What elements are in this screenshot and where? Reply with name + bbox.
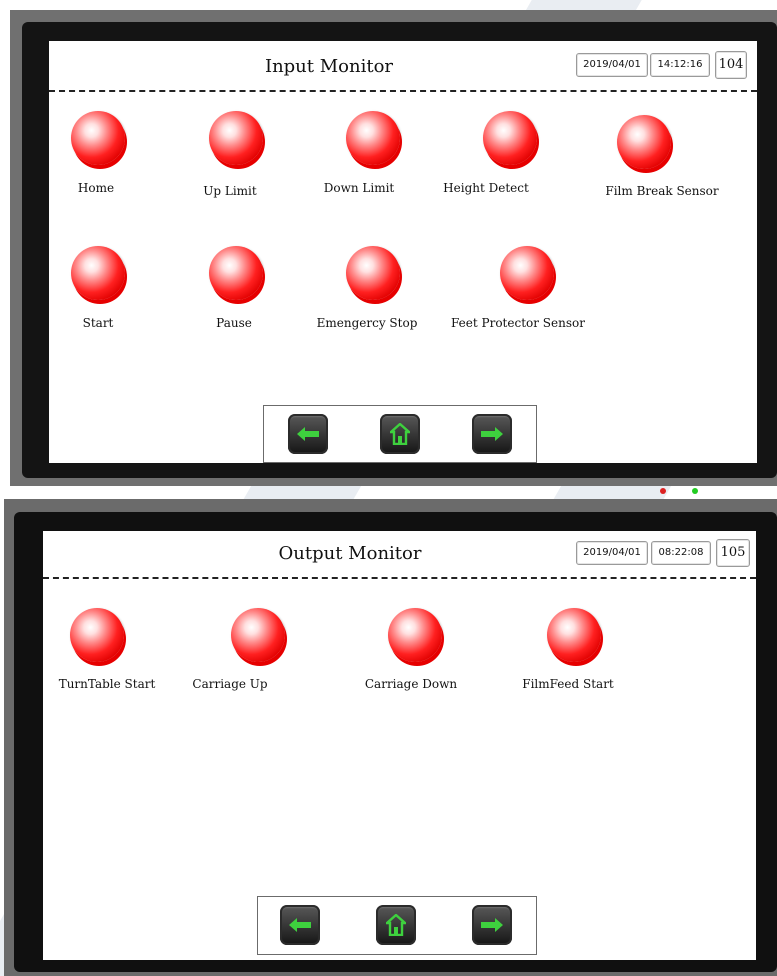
time-display: 14:12:16 xyxy=(650,53,710,77)
indicator-label: Pause xyxy=(216,316,252,330)
indicator-label: TurnTable Start xyxy=(58,677,156,691)
power-led xyxy=(660,488,666,494)
forward-button[interactable] xyxy=(472,905,512,945)
indicator-label: Home xyxy=(77,181,115,195)
back-button[interactable] xyxy=(280,905,320,945)
home-icon xyxy=(386,914,406,936)
screen-number: 105 xyxy=(716,539,750,567)
indicator-lamp-start xyxy=(71,246,125,300)
indicator-label: Feet Protector Sensor xyxy=(451,316,585,330)
header-divider xyxy=(49,90,757,92)
indicator-label: Carriage Up xyxy=(192,677,268,691)
date-display: 2019/04/01 xyxy=(576,541,648,565)
forward-arrow-icon xyxy=(479,426,505,442)
indicator-lamp-emergency-stop xyxy=(346,246,400,300)
indicator-label: Height Detect xyxy=(443,181,529,195)
page-title: Output Monitor xyxy=(278,543,422,564)
indicator-lamp-filmfeed-start xyxy=(547,608,601,662)
indicator-lamp-down-limit xyxy=(346,111,400,165)
indicator-label: Carriage Down xyxy=(364,677,458,691)
input-monitor-screen: Input Monitor 2019/04/01 14:12:16 104 Ho… xyxy=(49,41,757,463)
navigation-bar xyxy=(263,405,537,463)
back-button[interactable] xyxy=(288,414,328,454)
page-title: Input Monitor xyxy=(264,56,394,77)
indicator-lamp-feet-protector-sensor xyxy=(500,246,554,300)
indicator-lamp-film-break-sensor xyxy=(617,115,671,169)
indicator-lamp-carriage-up xyxy=(231,608,285,662)
home-icon xyxy=(390,423,410,445)
indicator-lamp-turntable-start xyxy=(70,608,124,662)
status-led xyxy=(692,488,698,494)
time-display: 08:22:08 xyxy=(651,541,711,565)
indicator-lamp-home xyxy=(71,111,125,165)
indicator-label: Emengercy Stop xyxy=(316,316,418,330)
indicator-lamp-height-detect xyxy=(483,111,537,165)
indicator-label: FilmFeed Start xyxy=(522,677,614,691)
home-button[interactable] xyxy=(376,905,416,945)
indicator-label: Start xyxy=(82,316,114,330)
indicator-label: Down Limit xyxy=(323,181,395,195)
header-divider xyxy=(43,577,756,579)
indicator-lamp-up-limit xyxy=(209,111,263,165)
output-monitor-screen: Output Monitor 2019/04/01 08:22:08 105 T… xyxy=(43,531,756,960)
screen-number: 104 xyxy=(715,51,747,79)
indicator-lamp-carriage-down xyxy=(388,608,442,662)
home-button[interactable] xyxy=(380,414,420,454)
back-arrow-icon xyxy=(287,917,313,933)
date-display: 2019/04/01 xyxy=(576,53,648,77)
navigation-bar xyxy=(257,896,537,955)
indicator-label: Up Limit xyxy=(203,184,257,198)
forward-arrow-icon xyxy=(479,917,505,933)
indicator-lamp-pause xyxy=(209,246,263,300)
forward-button[interactable] xyxy=(472,414,512,454)
back-arrow-icon xyxy=(295,426,321,442)
indicator-label: Film Break Sensor xyxy=(605,184,719,198)
